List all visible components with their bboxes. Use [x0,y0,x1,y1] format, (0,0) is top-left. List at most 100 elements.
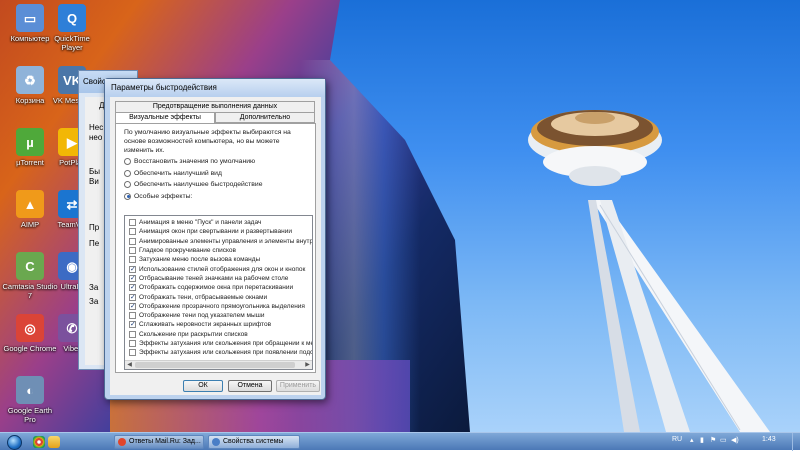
apply-button[interactable]: Применить [276,380,320,392]
text-fragment: Нес [89,123,104,132]
performance-options-dialog[interactable]: Параметры быстродействия Предотвращение … [104,78,326,400]
effect-label: Сглаживать неровности экранных шрифтов [139,321,272,329]
desktop-shortcut[interactable]: ◐ Google Earth Pro [2,376,58,424]
checkbox[interactable] [129,349,136,357]
cancel-button[interactable]: Отмена [228,380,272,392]
checkbox[interactable]: ✓ [129,302,136,310]
visual-effects-panel: По умолчанию визуальные эффекты выбирают… [115,123,316,373]
start-button[interactable] [3,433,25,451]
radio-option[interactable]: Обеспечить наилучшее быстродействие [124,181,262,188]
task-label: Свойства системы [223,438,284,445]
radio-option[interactable]: Особые эффекты: [124,192,193,200]
dialog-title[interactable]: Параметры быстродействия [105,79,325,97]
radio-icon[interactable] [124,169,131,177]
tab-dep[interactable]: Предотвращение выполнения данных [115,101,315,112]
effect-item[interactable]: Эффекты затухания или скольжения при обр… [125,339,312,348]
windows-orb-icon [6,434,22,450]
effect-item[interactable]: ✓ Отображать тени, отбрасываемые окнами [125,292,312,301]
effect-item[interactable]: ✓ Использование стилей отображения для ок… [125,264,312,273]
google-chrome-icon: ◎ [16,314,44,342]
checkbox[interactable] [129,219,136,227]
effect-label: Анимация окон при свертывании и разверты… [139,228,292,236]
radio-option[interactable]: Восстановить значения по умолчанию [124,158,255,165]
effect-item[interactable]: Анимация окон при свертывании и разверты… [125,227,312,236]
app-icon [118,438,126,446]
task-label: Ответы Mail.Ru: Зад... [129,438,201,445]
effects-list[interactable]: Анимация в меню "Пуск" и панели задач Ани… [124,215,313,370]
flag-icon[interactable]: ⚑ [710,436,716,444]
radio-label: Восстановить значения по умолчанию [134,158,256,165]
effect-item[interactable]: ✓ Отбрасывание теней значками на рабочем … [125,274,312,283]
effect-label: Отображение прозрачного прямоугольника в… [139,302,305,310]
scrollbar-thumb[interactable] [135,362,295,368]
radio-option[interactable]: Обеспечить наилучший вид [124,169,222,177]
checkbox[interactable] [129,312,136,320]
shortcut-label: QuickTime Player [54,34,90,52]
radio-label: Обеспечить наилучший вид [134,169,222,177]
effect-label: Эффекты затухания или скольжения при поя… [139,349,313,357]
dialog-body: Предотвращение выполнения данных Визуаль… [110,97,321,395]
show-desktop-button[interactable] [792,433,800,451]
camtasia-icon: C [16,252,44,280]
text-fragment: Пе [89,239,100,248]
checkbox[interactable]: ✓ [129,265,136,273]
computer-icon: ▭ [16,4,44,32]
radio-icon[interactable] [124,181,131,188]
scroll-right-icon[interactable]: ▶ [303,361,312,369]
desktop-shortcut[interactable]: Q QuickTime Player [44,4,100,52]
scroll-left-icon[interactable]: ◀ [125,361,134,369]
chrome-quicklaunch-icon[interactable] [33,436,45,448]
taskbar-item[interactable]: Свойства системы [208,435,300,449]
effect-label: Анимированные элементы управления и элем… [139,237,313,245]
effect-label: Затухание меню после вызова команды [139,256,261,264]
description-text: По умолчанию визуальные эффекты выбирают… [124,129,291,154]
taskbar-item[interactable]: Ответы Mail.Ru: Зад... [114,435,204,449]
clock-time[interactable]: 1:43 [762,436,776,443]
effect-item[interactable]: ✓ Отображение прозрачного прямоугольника … [125,302,312,311]
effect-label: Отображать тени, отбрасываемые окнами [139,293,268,301]
network-icon[interactable]: ▮ [700,436,704,444]
checkbox[interactable]: ✓ [129,321,136,329]
effect-item[interactable]: Скольжение при раскрытии списков [125,330,312,339]
checkbox[interactable] [129,237,136,245]
shortcut-label: Google Earth Pro [7,406,53,424]
effect-item[interactable]: Эффекты затухания или скольжения при поя… [125,348,312,357]
effect-label: Эффекты затухания или скольжения при обр… [139,340,313,347]
effect-label: Скольжение при раскрытии списков [139,330,248,338]
checkbox[interactable] [129,340,136,347]
effect-item[interactable]: ✓ Отображать содержимое окна при перетаск… [125,283,312,292]
app-icon [212,438,220,446]
text-fragment: Ви [89,177,99,186]
utorrent-icon: µ [16,128,44,156]
radio-icon[interactable] [124,192,131,200]
radio-icon[interactable] [124,158,131,165]
language-indicator[interactable]: RU [672,436,682,443]
checkbox[interactable]: ✓ [129,284,136,292]
checkbox[interactable] [129,247,136,255]
ok-button[interactable]: ОК [183,380,223,392]
effect-label: Использование стилей отображения для око… [139,265,306,273]
effect-item[interactable]: Анимация в меню "Пуск" и панели задач [125,218,312,227]
wallpaper-space-needle [528,110,770,432]
horizontal-scrollbar[interactable]: ◀ ▶ [125,360,312,369]
tab-advanced[interactable]: Дополнительно [215,112,315,123]
checkbox[interactable] [129,256,136,264]
tray-up-arrow-icon[interactable]: ▴ [690,436,694,444]
effect-label: Гладкое прокручивание списков [139,247,236,255]
folder-quicklaunch-icon[interactable] [48,436,60,448]
aimp-icon: ▲ [16,190,44,218]
checkbox[interactable]: ✓ [129,293,136,301]
google-earth-icon: ◐ [16,376,44,404]
checkbox[interactable]: ✓ [129,274,136,282]
text-fragment: За [89,297,99,306]
effect-item[interactable]: ✓ Сглаживать неровности экранных шрифтов [125,320,312,329]
effect-item[interactable]: Затухание меню после вызова команды [125,255,312,264]
effect-item[interactable]: Гладкое прокручивание списков [125,246,312,255]
battery-icon[interactable]: ▭ [720,436,727,444]
effect-item[interactable]: Анимированные элементы управления и элем… [125,237,312,246]
checkbox[interactable] [129,330,136,338]
radio-label: Особые эффекты: [134,192,193,200]
effect-item[interactable]: Отображение тени под указателем мыши [125,311,312,320]
volume-icon[interactable]: ◀) [731,436,739,444]
checkbox[interactable] [129,228,136,236]
